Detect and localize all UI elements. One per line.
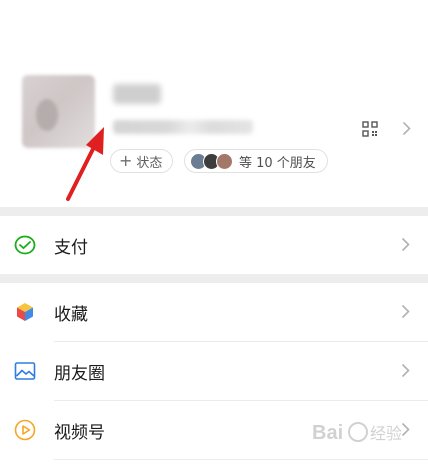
chevron-right-icon <box>401 363 410 378</box>
svg-text:Bai: Bai <box>312 422 343 444</box>
status-label: 状态 <box>136 155 163 171</box>
menu-item-pay[interactable]: 支付 <box>0 216 428 274</box>
menu-label: 收藏 <box>54 304 88 325</box>
menu-item-moments[interactable]: 朋友圈 <box>0 342 428 400</box>
qr-code-icon[interactable] <box>362 121 378 137</box>
friend-avatars <box>190 152 233 170</box>
watermark-logo: Bai 经验 <box>312 422 402 444</box>
section-gap <box>0 207 428 216</box>
section-gap <box>0 274 428 283</box>
nickname-blurred <box>113 84 161 104</box>
menu-label: 支付 <box>54 237 88 258</box>
menu-item-favorites[interactable]: 收藏 <box>0 283 428 341</box>
chevron-right-icon <box>401 237 410 252</box>
friend-avatar <box>216 152 233 170</box>
menu-label: 朋友圈 <box>54 363 105 384</box>
plus-icon: + <box>119 151 133 170</box>
friends-label: 等 10 个朋友 <box>239 155 316 171</box>
svg-text:经验: 经验 <box>370 424 402 443</box>
image-icon <box>14 362 36 380</box>
add-status-button[interactable]: + 状态 <box>110 149 174 173</box>
annotation-arrow <box>66 127 104 201</box>
play-circle-icon <box>14 419 36 441</box>
wallet-icon <box>14 235 36 255</box>
wechat-id-blurred <box>113 120 253 134</box>
chevron-right-icon <box>401 304 410 319</box>
cube-icon <box>17 303 33 321</box>
friends-status-pill[interactable]: 等 10 个朋友 <box>184 149 328 173</box>
chevron-right-icon[interactable] <box>402 121 411 136</box>
row-divider <box>54 459 428 460</box>
menu-label: 视频号 <box>54 422 105 443</box>
profile-header[interactable]: + 状态 等 10 个朋友 <box>0 0 428 207</box>
